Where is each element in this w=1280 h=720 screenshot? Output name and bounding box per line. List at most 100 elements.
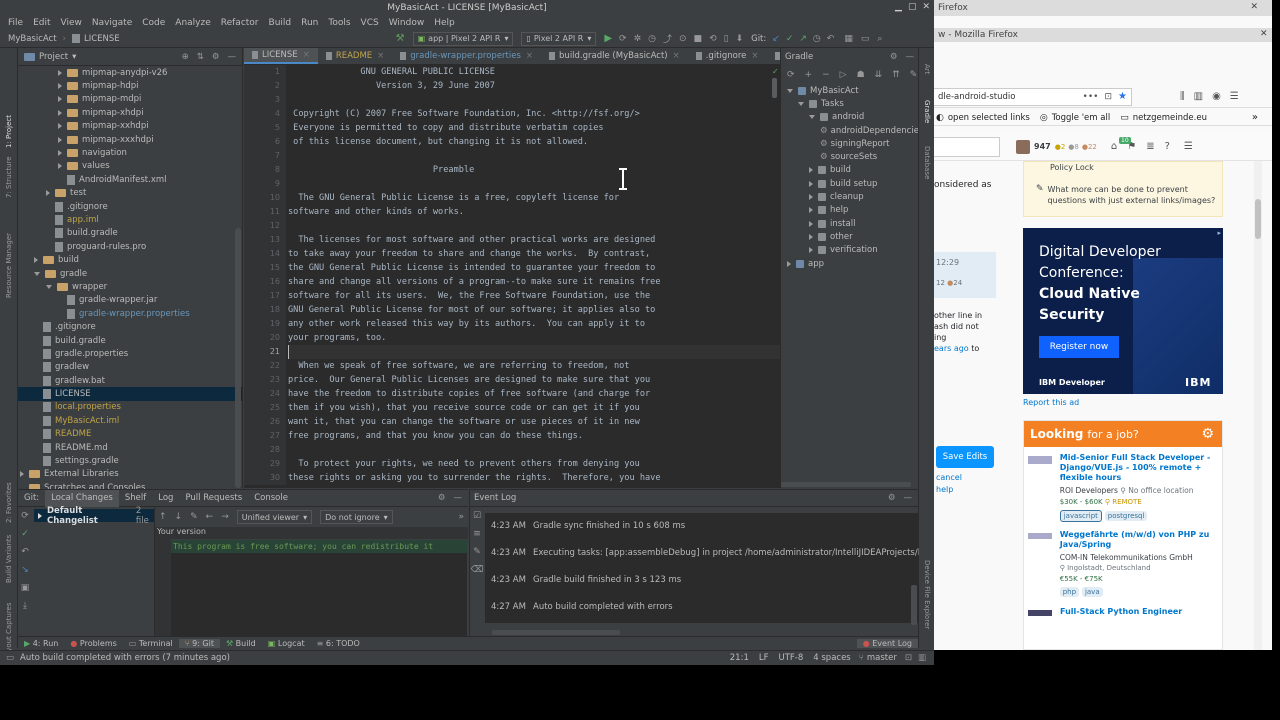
tab-close-icon[interactable]: × [526, 48, 533, 64]
status-toggle-icon[interactable]: ▭ [6, 653, 14, 663]
ff-scroll-thumb[interactable] [1255, 199, 1261, 239]
diff-forward-icon[interactable]: → [221, 512, 229, 522]
meta-question-link[interactable]: What more can be done to prevent questio… [1048, 184, 1220, 206]
default-changelist[interactable]: Default Changelist [47, 506, 132, 526]
tree-item[interactable]: gradle.properties [18, 347, 242, 360]
collapse-arrow-icon[interactable] [58, 69, 62, 76]
tree-item[interactable]: mipmap-hdpi [18, 79, 242, 92]
tree-item[interactable]: build.gradle [18, 334, 242, 347]
tree-item[interactable]: build.gradle [18, 227, 242, 240]
tree-item[interactable]: proguard-rules.pro [18, 240, 242, 253]
file-encoding[interactable]: UTF-8 [778, 653, 803, 663]
gradle-arrow-icon[interactable] [787, 260, 791, 267]
run-config-select[interactable]: app | Pixel 2 API R [428, 34, 500, 43]
tab-close-icon[interactable]: × [303, 48, 310, 63]
gradle-arrow-icon[interactable] [809, 220, 813, 227]
gradle-item[interactable]: ⚙ signingReport [781, 137, 918, 150]
tree-item[interactable]: gradle-wrapper.jar [18, 294, 242, 307]
snippet-link[interactable]: ears ago [934, 344, 969, 353]
tree-item[interactable]: mipmap-anydpi-v26 [18, 66, 242, 79]
tree-scrollbar[interactable] [235, 228, 241, 488]
gradle-settings-icon[interactable]: ⚙ [890, 52, 898, 62]
job-tag-1a[interactable]: javascript [1059, 510, 1102, 522]
diff-viewer-select[interactable]: Unified viewer [242, 513, 299, 522]
job-title-3[interactable]: Full-Stack Python Engineer [1060, 607, 1182, 616]
library-icon[interactable]: ⫼ [1180, 91, 1185, 102]
ad-choice-icon[interactable]: ▸ [1217, 229, 1221, 237]
breadcrumb-project[interactable]: MyBasicAct [8, 34, 57, 44]
code-editor[interactable]: GNU GENERAL PUBLIC LICENSE Version 3, 29… [286, 65, 780, 485]
vtab-device-file-explorer[interactable]: Device File Explorer [923, 560, 931, 629]
tree-item[interactable]: README.md [18, 441, 242, 454]
menu-vcs[interactable]: VCS [361, 18, 379, 28]
collapse-arrow-icon[interactable] [58, 83, 62, 90]
gradle-item[interactable]: other [781, 230, 918, 243]
project-structure-icon[interactable]: ▦ [844, 34, 853, 44]
collapse-arrow-icon[interactable] [20, 471, 24, 478]
clear-log-icon[interactable]: ⌫ [470, 561, 484, 579]
site-switcher-icon[interactable]: ☰ [1184, 141, 1193, 152]
help-icon[interactable]: ? [1165, 141, 1170, 152]
collapse-arrow-icon[interactable] [58, 109, 62, 116]
gradle-arrow-icon[interactable] [809, 247, 813, 254]
event-settings-icon[interactable]: ✎ [470, 543, 484, 561]
tree-item[interactable]: app.iml [18, 213, 242, 226]
tab-logcat[interactable]: ▣ Logcat [262, 639, 311, 648]
job-title-1[interactable]: Mid-Senior Full Stack Developer - Django… [1060, 453, 1218, 483]
line-separator[interactable]: LF [759, 653, 769, 663]
gradle-collapse-icon[interactable]: ⇈ [892, 70, 900, 80]
inspection-ok-icon[interactable]: ✓ [772, 67, 779, 76]
run-icon[interactable]: ▶ [604, 33, 612, 44]
update-icon[interactable]: ↘ [18, 561, 32, 579]
tab-terminal[interactable]: ▭ Terminal [123, 639, 179, 648]
tree-item[interactable]: settings.gradle [18, 454, 242, 467]
tab-todo[interactable]: ≡ 6: TODO [311, 639, 366, 648]
git-history-icon[interactable]: ◷ [813, 34, 821, 44]
tree-item[interactable]: gradle [18, 267, 242, 280]
menu-window[interactable]: Window [389, 18, 425, 28]
gradle-arrow-icon[interactable] [809, 180, 813, 187]
tree-item[interactable]: mipmap-xxxhdpi [18, 133, 242, 146]
tab-problems[interactable]: ● Problems [64, 639, 122, 648]
collapse-all-icon[interactable]: ⇅ [197, 52, 204, 62]
git-hide-icon[interactable]: — [454, 493, 463, 503]
gradle-item[interactable]: ⚙ androidDependencies [781, 124, 923, 137]
cancel-link[interactable]: cancel [936, 473, 962, 482]
vtab-structure[interactable]: 7: Structure [5, 156, 13, 198]
ad-register-button[interactable]: Register now [1039, 336, 1119, 358]
shelve-icon[interactable]: ▣ [18, 579, 32, 597]
hammer-icon[interactable]: ⚒ [396, 33, 405, 44]
vtab-favorites[interactable]: 2: Favorites [5, 482, 13, 523]
tree-item[interactable]: gradlew [18, 361, 242, 374]
tab-local-changes[interactable]: Local Changes [45, 489, 119, 507]
menu-code[interactable]: Code [142, 18, 165, 28]
tree-item[interactable]: mipmap-mdpi [18, 93, 242, 106]
job-title-2[interactable]: Weggefährte (m/w/d) von PHP zu Java/Spri… [1060, 530, 1218, 550]
project-panel-title[interactable]: Project [39, 52, 68, 62]
rerun-icon[interactable]: ⟳ [619, 34, 627, 44]
vtab-resource-manager[interactable]: Resource Manager [5, 233, 13, 298]
url-field[interactable]: dle-android-studio [938, 92, 1015, 102]
vtab-art[interactable]: Art [923, 64, 931, 74]
avatar[interactable] [1016, 139, 1030, 154]
gradle-run-icon[interactable]: ▷ [840, 70, 847, 80]
tree-item[interactable]: build [18, 253, 242, 266]
gradle-item[interactable]: verification [781, 244, 918, 257]
lock-icon[interactable]: ⊡ [905, 653, 912, 663]
job-tag-2b[interactable]: java [1081, 587, 1103, 597]
save-edits-button[interactable]: Save Edits [936, 446, 994, 468]
report-ad-link[interactable]: Report this ad [1023, 398, 1079, 407]
event-log-hscroll[interactable] [492, 630, 620, 635]
menu-run[interactable]: Run [301, 18, 318, 28]
menu-view[interactable]: View [61, 18, 82, 28]
tree-item[interactable]: values [18, 160, 242, 173]
tree-item[interactable]: External Libraries [18, 468, 242, 481]
git-branch[interactable]: master [867, 653, 897, 663]
gradle-arrow-icon[interactable] [809, 167, 813, 174]
gradle-arrow-icon[interactable] [798, 101, 804, 106]
tree-item[interactable]: test [18, 187, 242, 200]
bookmark-open-selected[interactable]: open selected links [948, 113, 1030, 123]
indent-setting[interactable]: 4 spaces [813, 653, 850, 663]
close-icon[interactable]: ✕ [922, 2, 930, 12]
breadcrumb-file[interactable]: LICENSE [84, 34, 120, 44]
